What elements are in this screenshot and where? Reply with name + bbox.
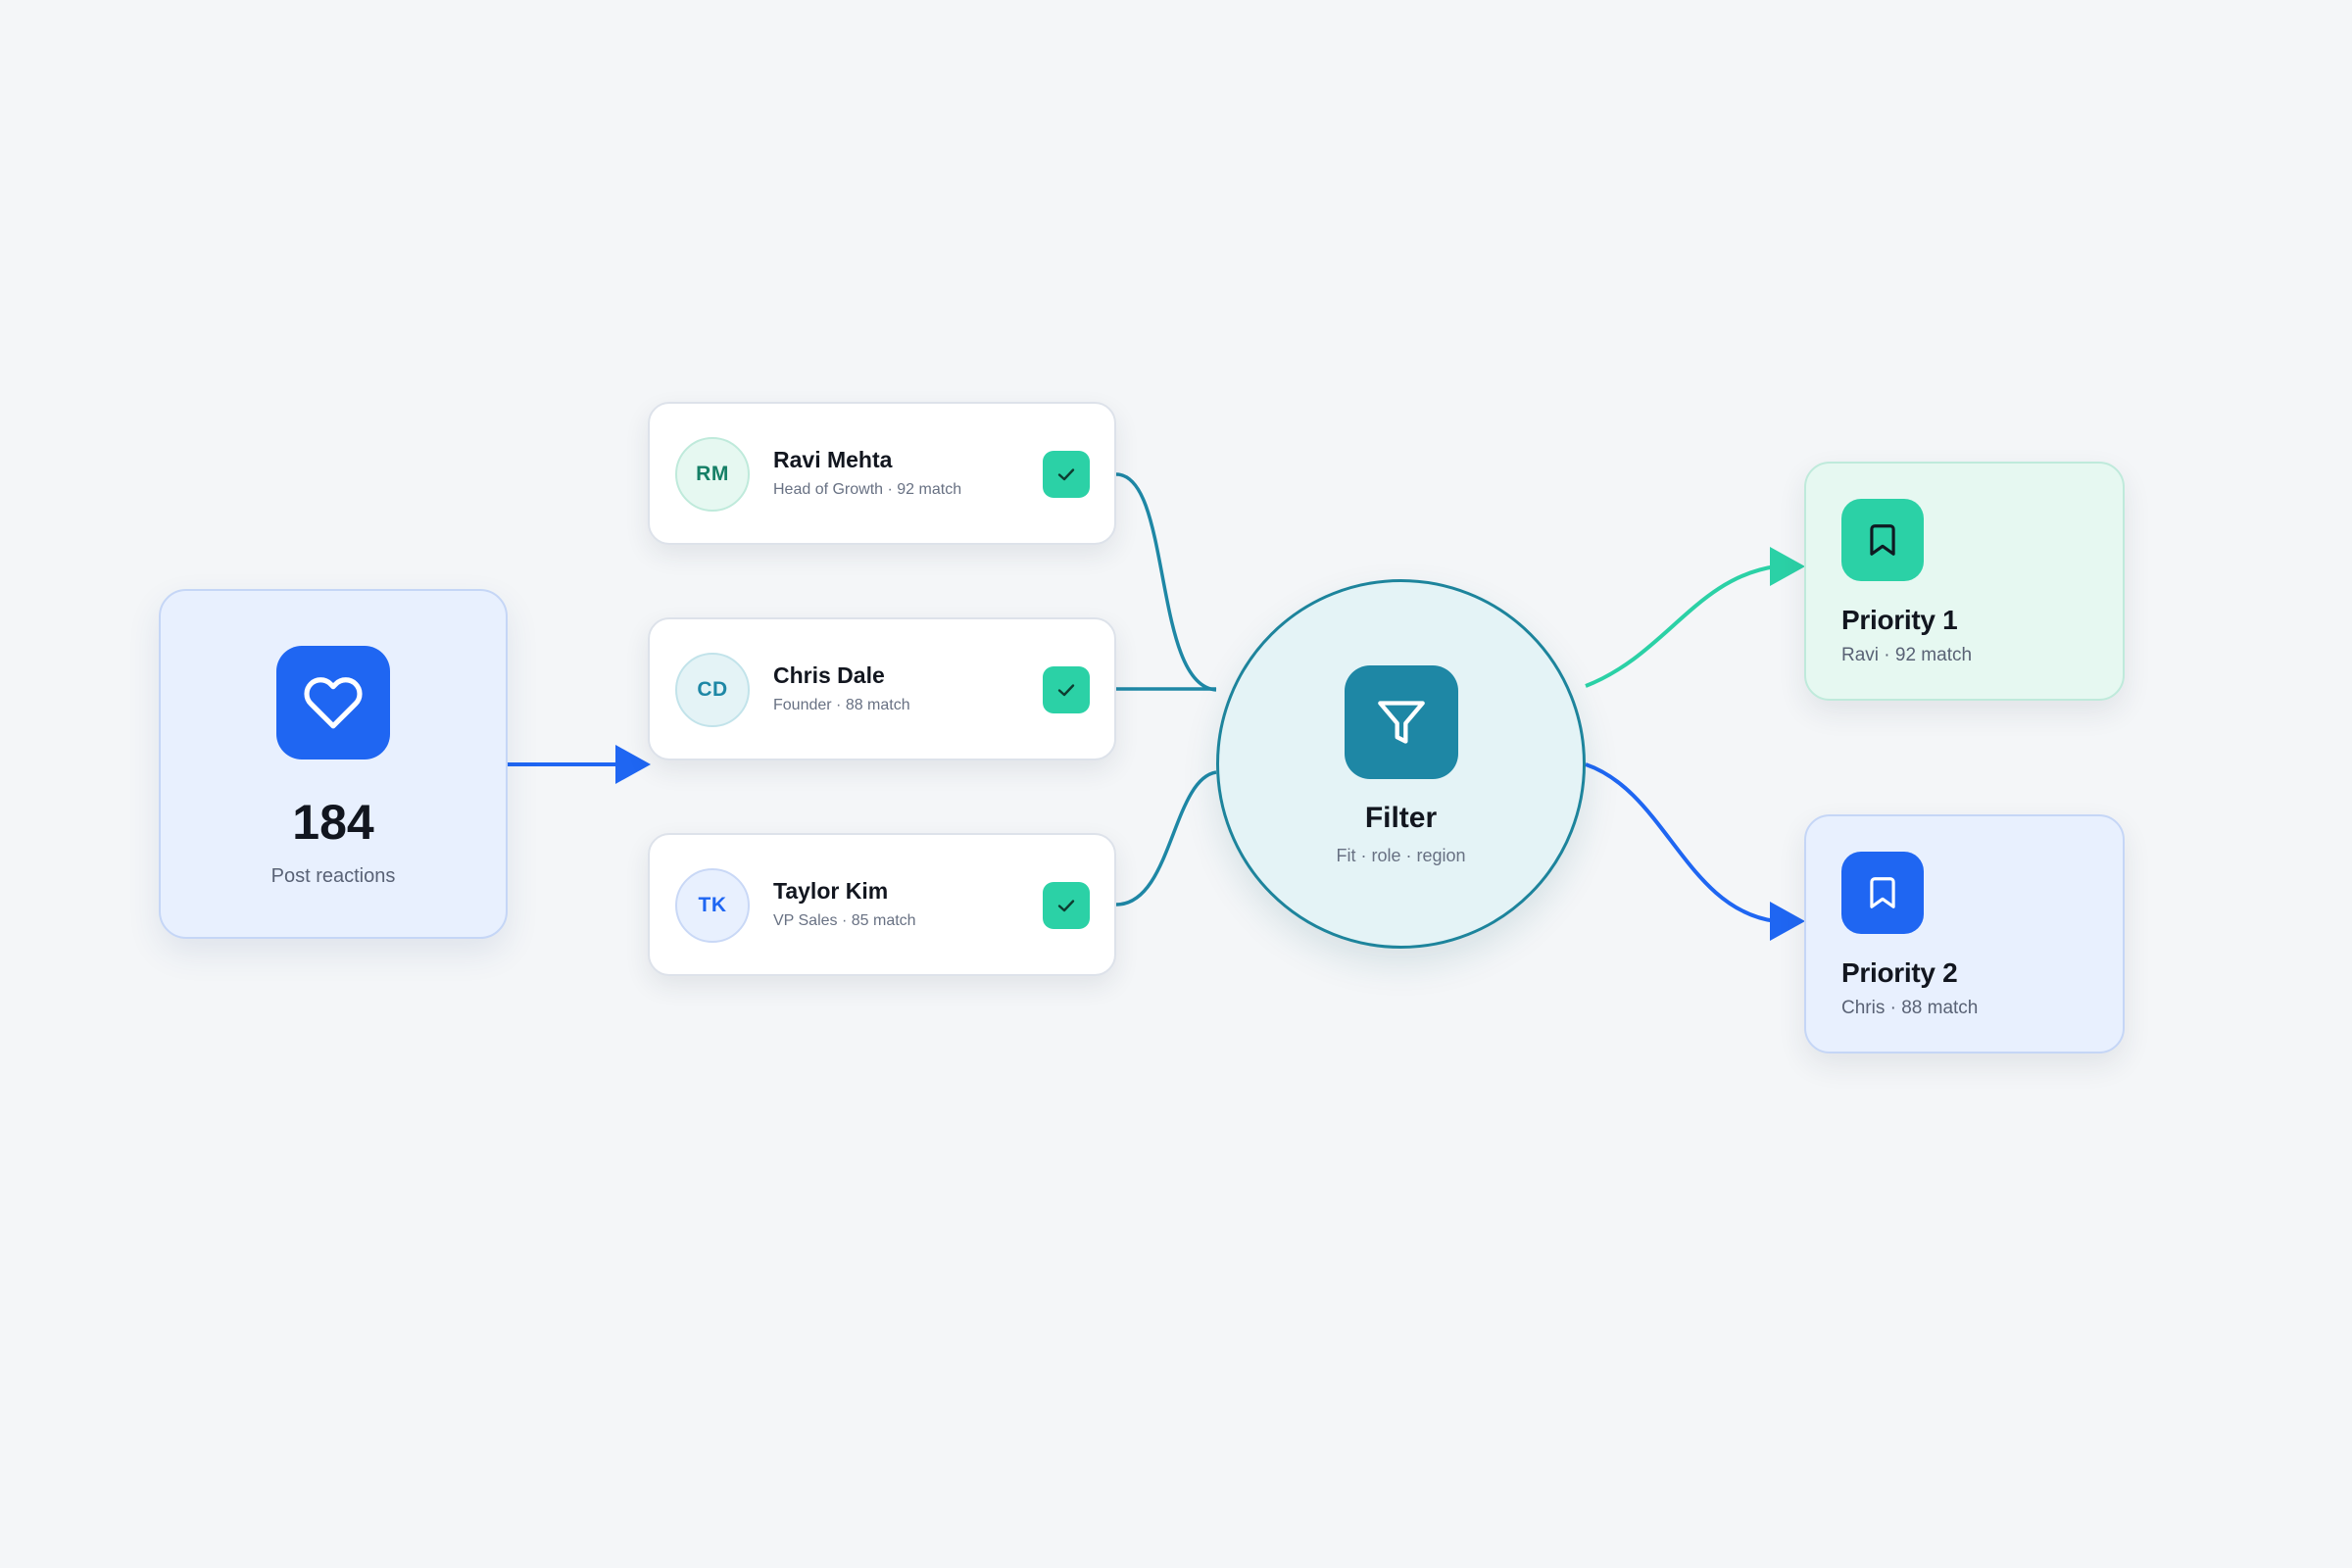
lead-card-ravi[interactable]: RM Ravi Mehta Head of Growth · 92 match xyxy=(648,402,1116,545)
lead-name: Taylor Kim xyxy=(773,878,889,904)
avatar: RM xyxy=(675,437,750,512)
funnel-icon-tile xyxy=(1345,665,1458,779)
bookmark-icon xyxy=(1870,524,1895,556)
priority-title: Priority 1 xyxy=(1841,605,1958,635)
bookmark-icon-tile xyxy=(1841,499,1924,581)
priority-2-arrowhead xyxy=(1770,902,1805,941)
filter-to-priority-2-wire xyxy=(1585,762,1777,923)
selected-checkbox[interactable] xyxy=(1043,666,1090,713)
lead-meta: Head of Growth · 92 match xyxy=(773,481,962,498)
lead-card-chris[interactable]: CD Chris Dale Founder · 88 match xyxy=(648,617,1116,760)
source-card[interactable]: 184 Post reactions xyxy=(159,589,508,939)
lead-name: Chris Dale xyxy=(773,662,885,688)
source-arrowhead xyxy=(615,745,651,784)
heart-icon-tile xyxy=(276,646,390,760)
lead-card-taylor[interactable]: TK Taylor Kim VP Sales · 85 match xyxy=(648,833,1116,976)
selected-checkbox[interactable] xyxy=(1043,451,1090,498)
avatar: CD xyxy=(675,653,750,727)
priority-1-card[interactable]: Priority 1 Ravi · 92 match xyxy=(1804,462,2125,701)
bookmark-icon xyxy=(1870,877,1895,908)
filter-to-priority-1-wire xyxy=(1585,564,1777,688)
reaction-count: 184 xyxy=(292,795,374,850)
bookmark-icon-tile xyxy=(1841,852,1924,934)
filter-subtitle: Fit · role · region xyxy=(1336,846,1466,865)
filter-node[interactable]: Filter Fit · role · region xyxy=(1216,579,1586,949)
priority-subtitle: Ravi · 92 match xyxy=(1841,645,1973,665)
check-icon xyxy=(1057,468,1075,481)
priority-title: Priority 2 xyxy=(1841,957,1958,988)
lead-1-to-filter-wire xyxy=(1115,472,1217,692)
check-icon xyxy=(1057,900,1075,912)
avatar: TK xyxy=(675,868,750,943)
lead-name: Ravi Mehta xyxy=(773,447,893,472)
lead-3-to-filter-wire xyxy=(1115,770,1217,906)
heart-icon xyxy=(304,677,363,729)
priority-2-card[interactable]: Priority 2 Chris · 88 match xyxy=(1804,814,2125,1054)
priority-subtitle: Chris · 88 match xyxy=(1841,998,1979,1018)
check-icon xyxy=(1057,684,1075,697)
filter-title: Filter xyxy=(1364,802,1438,834)
lead-meta: Founder · 88 match xyxy=(773,697,910,713)
priority-1-arrowhead xyxy=(1770,547,1805,586)
selected-checkbox[interactable] xyxy=(1043,882,1090,929)
funnel-icon xyxy=(1378,701,1425,744)
reaction-label: Post reactions xyxy=(270,865,396,887)
lead-meta: VP Sales · 85 match xyxy=(773,912,916,929)
